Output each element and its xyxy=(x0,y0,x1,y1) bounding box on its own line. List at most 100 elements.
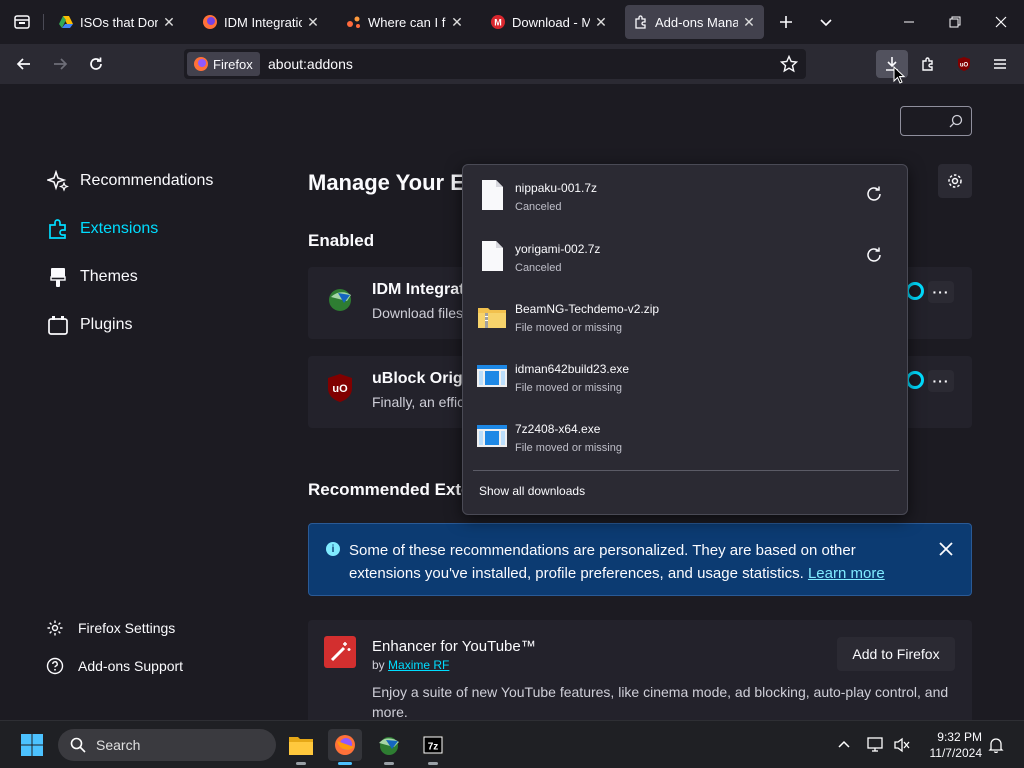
idm-taskbar-button[interactable] xyxy=(373,729,405,761)
restore-button[interactable] xyxy=(932,0,978,44)
show-all-downloads-button[interactable]: Show all downloads xyxy=(479,484,585,498)
taskbar-search-box[interactable]: Search xyxy=(58,729,276,761)
category-themes[interactable]: Themes xyxy=(46,265,138,289)
close-tab-icon[interactable]: ✕ xyxy=(594,14,608,31)
tab-mega[interactable]: M Download - ME ✕ xyxy=(482,5,616,39)
close-tab-icon[interactable]: ✕ xyxy=(450,14,464,31)
ublock-button[interactable]: uO xyxy=(949,50,979,78)
retry-icon[interactable] xyxy=(865,246,883,264)
svg-text:7z: 7z xyxy=(428,742,439,753)
sparkle-icon xyxy=(46,169,70,193)
back-button[interactable] xyxy=(9,50,39,78)
retry-icon[interactable] xyxy=(865,185,883,203)
recommended-extension-card[interactable]: Enhancer for YouTube™ by Maxime RF Enjoy… xyxy=(308,620,972,720)
download-item[interactable]: BeamNG-Techdemo-v2.zip File moved or mis… xyxy=(473,292,899,348)
idm-icon xyxy=(379,737,399,755)
extension-description: Finally, an effic xyxy=(372,394,465,410)
category-extensions[interactable]: Extensions xyxy=(46,217,158,241)
exe-icon xyxy=(477,365,507,387)
more-options-button[interactable]: ··· xyxy=(928,281,954,303)
identity-box[interactable]: Firefox xyxy=(187,52,260,76)
7zip-taskbar-button[interactable]: 7z xyxy=(417,729,449,761)
forward-button[interactable] xyxy=(45,50,75,78)
info-message: Some of these recommendations are person… xyxy=(349,539,929,585)
tab-where[interactable]: Where can I find ✕ xyxy=(338,5,472,39)
download-filename: BeamNG-Techdemo-v2.zip xyxy=(515,302,660,316)
network-button[interactable] xyxy=(862,729,890,761)
zip-folder-icon xyxy=(478,308,506,328)
notifications-button[interactable] xyxy=(982,729,1010,761)
download-filename: yorigami-002.7z xyxy=(515,242,601,256)
tab-idm[interactable]: IDM Integration ✕ xyxy=(194,5,328,39)
ublock-origin-icon: uO xyxy=(328,374,352,402)
add-to-firefox-button[interactable]: Add to Firefox xyxy=(837,637,955,671)
addons-support-link[interactable]: Add-ons Support xyxy=(46,657,183,675)
author-line: by Maxime RF xyxy=(372,658,449,672)
running-indicator xyxy=(384,762,394,765)
download-status: File moved or missing xyxy=(515,382,622,394)
plugin-icon xyxy=(46,313,70,337)
download-item[interactable]: nippaku-001.7z Canceled xyxy=(473,171,899,227)
firefox-view-button[interactable] xyxy=(8,8,36,36)
category-plugins[interactable]: Plugins xyxy=(46,313,132,337)
close-tab-icon[interactable]: ✕ xyxy=(162,14,176,31)
url-text[interactable]: about:addons xyxy=(268,56,353,72)
extension-description: Download files xyxy=(372,305,464,321)
downloads-panel: nippaku-001.7z Canceled yorigami-002.7z … xyxy=(462,164,908,515)
more-options-button[interactable]: ··· xyxy=(928,370,954,392)
close-tab-icon[interactable]: ✕ xyxy=(742,14,756,31)
close-window-button[interactable] xyxy=(978,0,1024,44)
tools-menu-button[interactable] xyxy=(938,164,972,198)
firefox-settings-link[interactable]: Firefox Settings xyxy=(46,619,175,637)
windows-logo-icon xyxy=(21,734,43,756)
tab-title: Add-ons Manag xyxy=(655,14,738,30)
volume-button[interactable] xyxy=(888,729,916,761)
extensions-button[interactable] xyxy=(913,50,943,78)
close-icon xyxy=(995,16,1007,28)
minimize-button[interactable] xyxy=(886,0,932,44)
close-tab-icon[interactable]: ✕ xyxy=(306,14,320,31)
bell-icon xyxy=(988,738,1004,753)
show-hidden-icons-button[interactable] xyxy=(829,729,859,761)
list-all-tabs-button[interactable] xyxy=(810,0,842,44)
gear-icon xyxy=(46,619,64,637)
category-recommendations[interactable]: Recommendations xyxy=(46,169,213,193)
addons-search-input[interactable] xyxy=(900,106,972,136)
app-menu-button[interactable] xyxy=(985,50,1015,78)
author-link[interactable]: Maxime RF xyxy=(388,658,449,672)
category-label: Extensions xyxy=(80,220,159,237)
download-item[interactable]: idman642build23.exe File moved or missin… xyxy=(473,352,899,408)
reload-button[interactable] xyxy=(81,50,111,78)
learn-more-link[interactable]: Learn more xyxy=(808,565,885,582)
new-tab-button[interactable] xyxy=(770,0,802,44)
extension-toggle[interactable] xyxy=(906,371,924,389)
puzzle-icon xyxy=(46,217,70,241)
download-status: Canceled xyxy=(515,262,562,274)
tab-isos[interactable]: ISOs that Don't l ✕ xyxy=(50,5,184,39)
download-filename: idman642build23.exe xyxy=(515,362,630,376)
active-indicator xyxy=(338,762,352,765)
page-title: Manage Your Ex xyxy=(308,170,478,195)
system-clock[interactable]: 9:32 PM 11/7/2024 xyxy=(918,729,983,761)
svg-text:M: M xyxy=(494,18,502,28)
clock-date: 11/7/2024 xyxy=(929,746,983,760)
tab-addons[interactable]: Add-ons Manag ✕ xyxy=(625,5,764,39)
download-item[interactable]: yorigami-002.7z Canceled xyxy=(473,232,899,288)
file-explorer-button[interactable] xyxy=(285,729,317,761)
firefox-view-icon xyxy=(14,15,30,29)
puzzle-icon xyxy=(922,57,933,71)
bookmark-star-icon[interactable] xyxy=(780,55,798,73)
google-drive-icon xyxy=(59,16,73,28)
start-button[interactable] xyxy=(16,729,48,761)
firefox-taskbar-button[interactable] xyxy=(328,729,362,761)
extension-name: IDM Integrat xyxy=(372,281,465,298)
download-item[interactable]: 7z2408-x64.exe File moved or missing xyxy=(473,412,899,468)
search-icon xyxy=(949,114,963,128)
windows-taskbar: Search 7z 9:32 PM 11/7/2024 xyxy=(0,720,1024,768)
plus-icon xyxy=(780,16,792,28)
extension-toggle[interactable] xyxy=(906,282,924,300)
url-bar[interactable]: Firefox about:addons xyxy=(184,49,806,79)
close-icon[interactable] xyxy=(937,540,955,558)
help-icon xyxy=(46,657,64,675)
firefox-icon xyxy=(335,735,355,755)
